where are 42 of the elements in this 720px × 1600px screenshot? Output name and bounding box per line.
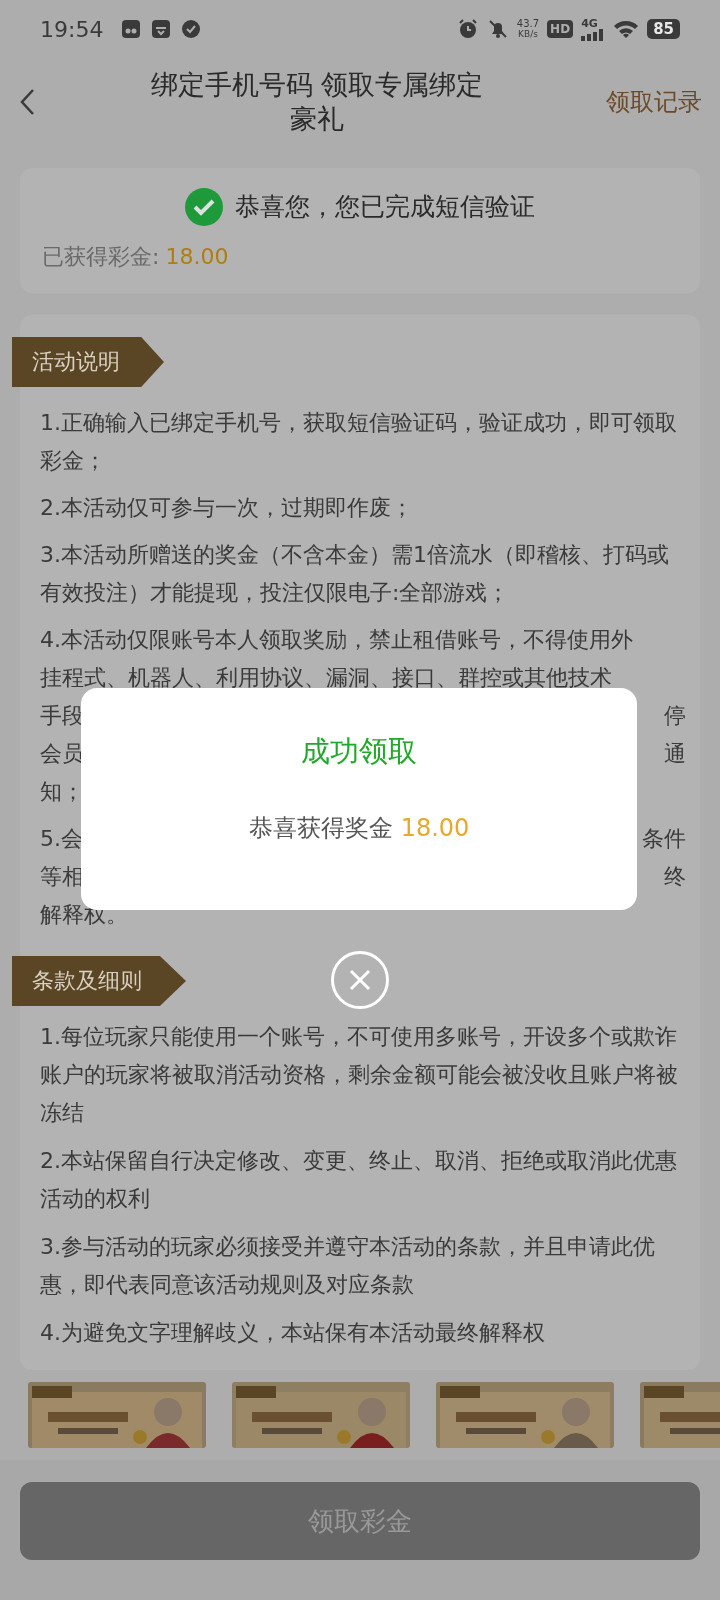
success-check-icon xyxy=(185,188,223,226)
dialog-amount: 18.00 xyxy=(400,812,470,844)
rule-text: 2.本活动仅可参与一次，过期即作废； xyxy=(40,494,414,522)
rule-text: 通 xyxy=(664,740,686,768)
reward-label: 已获得彩金: xyxy=(42,243,160,271)
rule-text: 3.本活动所赠送的奖金（不含本金）需1倍流水（即稽核、打码或有效投注）才能提现，投注仅限电子:全部游戏； xyxy=(40,541,670,607)
close-icon xyxy=(348,968,372,992)
section-heading: 条款及细则 xyxy=(12,956,186,1006)
rule-text: 挂程式、机器人、利用协议、漏洞、接口、群控或其他技术 xyxy=(40,664,612,692)
check-circle-icon xyxy=(181,19,202,39)
inbox-icon xyxy=(151,19,172,39)
rule-text: 3.参与活动的玩家必须接受并遵守本活动的条款，并且申请此优惠，即代表同意该活动规则及对应条款 xyxy=(40,1233,656,1299)
rule-text: 5.会 xyxy=(40,825,83,853)
hd-badge: HD xyxy=(547,20,574,38)
rule-text: 2.本站保留自行决定修改、变更、终止、取消、拒绝或取消此优惠活动的权利 xyxy=(40,1147,678,1213)
rule-text: 4.本活动仅限账号本人领取奖励，禁止租借账号，不得使用外 xyxy=(40,626,633,654)
section-heading: 活动说明 xyxy=(12,337,164,387)
records-link[interactable]: 领取记录 xyxy=(606,84,702,120)
rule-text: 条件 xyxy=(642,825,686,853)
rule-text: 手段 xyxy=(40,702,84,730)
rule-text: 终 xyxy=(664,863,686,891)
signal-icon xyxy=(581,28,606,41)
rule-text: 1.每位玩家只能使用一个账号，不可使用多账号，开设多个或欺诈账户的玩家将被取消活动资格，剩余金额可能会被没收且账户将被冻结 xyxy=(40,1023,679,1127)
battery-level: 85 xyxy=(647,19,680,39)
app-icon xyxy=(121,19,142,39)
rule-text: 1.正确输入已绑定手机号，获取短信验证码，验证成功，即可领取彩金； xyxy=(40,409,678,475)
dialog-title: 成功领取 xyxy=(301,733,417,770)
status-time: 19:54 xyxy=(40,15,104,44)
rule-text: 停 xyxy=(664,702,686,730)
verify-message: 恭喜您，您已完成短信验证 xyxy=(235,191,535,224)
rule-text: 知； xyxy=(40,778,84,806)
close-button[interactable] xyxy=(331,951,389,1009)
dialog-message: 恭喜获得奖金 xyxy=(248,812,393,844)
network-type: 4G xyxy=(581,17,598,29)
network-speed: 43.7 xyxy=(516,19,540,29)
wifi-icon xyxy=(613,19,640,39)
reward-value: 18.00 xyxy=(165,243,229,271)
rule-text: 4.为避免文字理解歧义，本站保有本活动最终解释权 xyxy=(40,1319,546,1347)
network-speed-unit: KB/s xyxy=(518,29,538,39)
rule-text: 会员 xyxy=(40,740,84,768)
bell-muted-icon xyxy=(486,18,509,40)
page-title: 绑定手机号码 领取专属绑定豪礼 xyxy=(149,68,485,136)
